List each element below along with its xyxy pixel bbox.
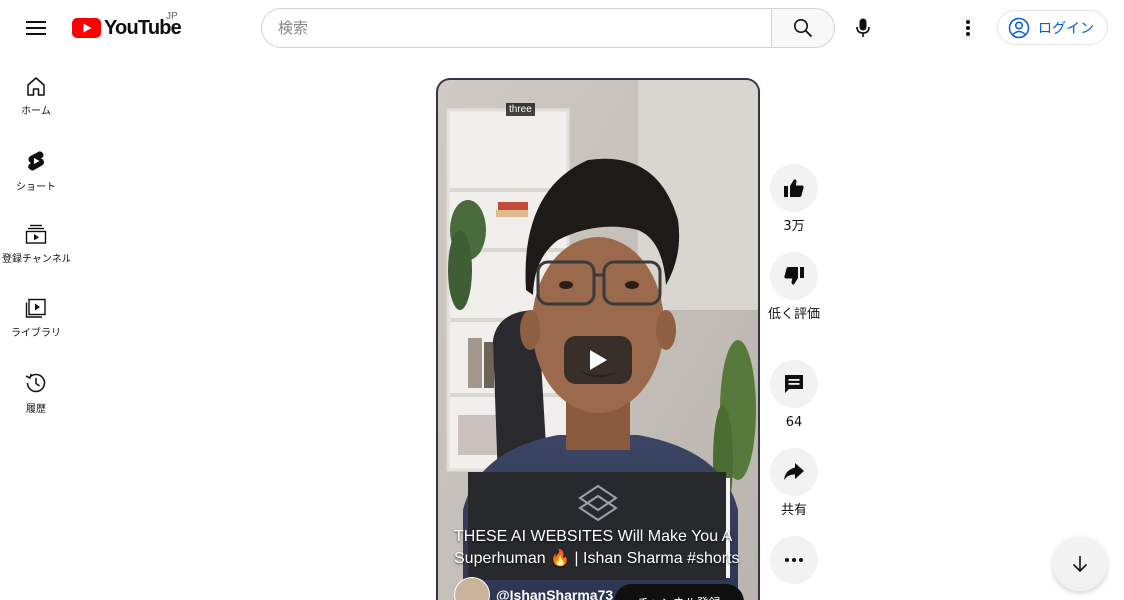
- like-button[interactable]: [770, 164, 818, 212]
- play-button[interactable]: [564, 336, 632, 384]
- library-icon: [25, 298, 46, 318]
- masthead: YouTube JP ログイン: [0, 0, 1124, 56]
- sidebar-item-label: 履歴: [26, 404, 46, 415]
- thumbs-up-icon: [784, 179, 804, 197]
- shorts-icon: [28, 151, 45, 171]
- shorts-title[interactable]: THESE AI WEBSITES Will Make You A Superh…: [454, 526, 748, 570]
- sidebar-item-label: ライブラリ: [11, 328, 61, 339]
- thumbs-down-icon: [784, 267, 804, 285]
- subscribe-button[interactable]: チャンネル登録: [614, 584, 744, 600]
- settings-more-button[interactable]: [948, 8, 988, 48]
- next-video-button[interactable]: [1053, 537, 1107, 591]
- more-actions-button[interactable]: [770, 536, 818, 584]
- share-label: 共有: [780, 503, 807, 518]
- channel-avatar[interactable]: [454, 577, 490, 600]
- sidebar-item-shorts[interactable]: ショート: [0, 130, 72, 204]
- sidebar-item-history[interactable]: 履歴: [0, 352, 72, 426]
- like-action: 3万: [770, 164, 818, 236]
- dislike-button[interactable]: [770, 252, 818, 300]
- home-icon: [27, 77, 45, 96]
- share-action: 共有: [770, 448, 818, 520]
- search-button[interactable]: [771, 8, 835, 48]
- caption-text: three: [506, 103, 535, 116]
- sidebar-item-label: ホーム: [21, 106, 51, 117]
- search-input[interactable]: [278, 19, 772, 37]
- comment-count: 64: [785, 415, 803, 430]
- history-icon: [25, 373, 46, 393]
- more-actions: [770, 536, 818, 584]
- sidebar-item-library[interactable]: ライブラリ: [0, 278, 72, 352]
- more-vert-icon: [966, 20, 970, 36]
- search-icon: [794, 19, 813, 38]
- share-icon: [784, 463, 804, 480]
- sidebar-item-label: ショート: [16, 182, 56, 193]
- channel-name[interactable]: @IshanSharma73: [496, 587, 613, 600]
- comment-action: 64: [770, 360, 818, 432]
- like-count: 3万: [783, 219, 805, 234]
- sidebar-item-label: 登録チャンネル: [2, 254, 70, 265]
- menu-button[interactable]: [16, 8, 56, 48]
- sidebar-item-home[interactable]: ホーム: [0, 56, 72, 130]
- comment-icon: [785, 375, 803, 393]
- region-code: JP: [166, 11, 178, 22]
- microphone-icon: [856, 18, 870, 37]
- account-circle-icon: [1008, 17, 1030, 38]
- dislike-action: 低く評価: [768, 252, 821, 324]
- subscriptions-icon: [25, 224, 47, 244]
- sidebar-item-subscriptions[interactable]: 登録チャンネル: [0, 204, 72, 278]
- login-label: ログイン: [1038, 20, 1094, 37]
- login-button[interactable]: ログイン: [997, 10, 1108, 45]
- arrow-down-icon: [1072, 556, 1088, 573]
- play-icon: [590, 350, 607, 370]
- more-horiz-icon: [785, 558, 803, 562]
- hamburger-menu-icon: [26, 21, 46, 35]
- youtube-play-logo-icon: [72, 18, 101, 38]
- comment-button[interactable]: [770, 360, 818, 408]
- voice-search-button[interactable]: [843, 8, 883, 48]
- search-box: [261, 8, 772, 48]
- dislike-label: 低く評価: [768, 307, 821, 322]
- youtube-logo[interactable]: YouTube: [72, 16, 182, 40]
- share-button[interactable]: [770, 448, 818, 496]
